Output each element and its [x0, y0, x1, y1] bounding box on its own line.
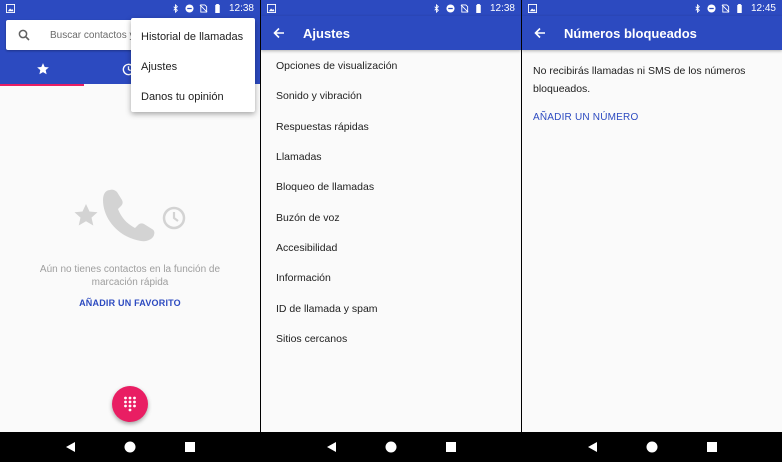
- back-icon[interactable]: [324, 440, 338, 454]
- home-icon[interactable]: [123, 440, 137, 454]
- screens-container: 12:38 Buscar contactos y Historial de ll…: [0, 0, 782, 462]
- navigation-bar: [261, 432, 521, 462]
- no-sim-icon: [199, 3, 208, 13]
- back-arrow-icon[interactable]: [273, 27, 285, 39]
- image-icon: [6, 3, 15, 13]
- menu-item-settings[interactable]: Ajustes: [131, 52, 255, 82]
- dialpad-icon: [124, 396, 136, 412]
- recents-icon[interactable]: [183, 440, 197, 454]
- settings-item-call-blocking[interactable]: Bloqueo de llamadas: [261, 172, 521, 202]
- blocked-description: No recibirás llamadas ni SMS de los núme…: [533, 65, 746, 95]
- home-icon[interactable]: [384, 440, 398, 454]
- page-title: Ajustes: [303, 25, 350, 41]
- recents-icon[interactable]: [444, 440, 458, 454]
- battery-icon: [215, 3, 220, 13]
- settings-screen: 12:38 Ajustes Opciones de visualización …: [261, 0, 521, 462]
- bluetooth-icon: [695, 3, 700, 13]
- recents-icon[interactable]: [705, 440, 719, 454]
- status-time: 12:38: [228, 2, 254, 14]
- settings-item-voicemail[interactable]: Buzón de voz: [261, 202, 521, 232]
- phone-icon: [103, 189, 155, 242]
- settings-item-sound-vibration[interactable]: Sonido y vibración: [261, 81, 521, 111]
- menu-item-call-history[interactable]: Historial de llamadas: [131, 22, 255, 52]
- image-icon: [267, 3, 276, 13]
- empty-speed-dial-illustration: [74, 189, 186, 242]
- add-number-button[interactable]: AÑADIR UN NÚMERO: [533, 112, 638, 123]
- settings-item-information[interactable]: Información: [261, 263, 521, 293]
- bluetooth-icon: [173, 3, 178, 13]
- settings-item-calls[interactable]: Llamadas: [261, 142, 521, 172]
- status-bar: 12:38: [0, 0, 260, 16]
- status-bar: 12:45: [522, 0, 782, 16]
- battery-icon: [476, 3, 481, 13]
- app-bar: Ajustes: [261, 16, 521, 50]
- bluetooth-icon: [434, 3, 439, 13]
- back-icon[interactable]: [63, 440, 77, 454]
- image-icon: [528, 3, 537, 13]
- phone-favorites-screen: 12:38 Buscar contactos y Historial de ll…: [0, 0, 260, 462]
- back-icon[interactable]: [585, 440, 599, 454]
- status-time: 12:38: [489, 2, 515, 14]
- settings-item-display-options[interactable]: Opciones de visualización: [261, 51, 521, 81]
- active-tab-indicator: [0, 84, 84, 86]
- add-favorite-button[interactable]: AÑADIR UN FAVORITO: [0, 298, 260, 308]
- settings-item-accessibility[interactable]: Accesibilidad: [261, 233, 521, 263]
- app-bar: Números bloqueados: [522, 16, 782, 50]
- navigation-bar: [0, 432, 260, 462]
- empty-state-text: Aún no tienes contactos en la función de…: [39, 264, 221, 288]
- navigation-bar: [522, 432, 782, 462]
- dialpad-fab[interactable]: [112, 386, 148, 422]
- status-time: 12:45: [750, 2, 776, 14]
- do-not-disturb-icon: [446, 3, 455, 13]
- no-sim-icon: [460, 3, 469, 13]
- blocked-numbers-screen: 12:45 Números bloqueados No recibirás ll…: [522, 0, 782, 462]
- do-not-disturb-icon: [707, 3, 716, 13]
- settings-list: Opciones de visualización Sonido y vibra…: [261, 51, 521, 354]
- battery-icon: [737, 3, 742, 13]
- do-not-disturb-icon: [185, 3, 194, 13]
- star-icon: [74, 204, 98, 226]
- page-title: Números bloqueados: [564, 25, 697, 41]
- settings-item-caller-id-spam[interactable]: ID de llamada y spam: [261, 293, 521, 323]
- no-sim-icon: [721, 3, 730, 13]
- overflow-menu: Historial de llamadas Ajustes Danos tu o…: [131, 18, 255, 112]
- tab-speed-dial-star-icon[interactable]: [36, 62, 50, 76]
- status-bar: 12:38: [261, 0, 521, 16]
- back-arrow-icon[interactable]: [534, 27, 546, 39]
- home-icon[interactable]: [645, 440, 659, 454]
- menu-item-feedback[interactable]: Danos tu opinión: [131, 82, 255, 112]
- settings-item-nearby-places[interactable]: Sitios cercanos: [261, 324, 521, 354]
- settings-item-quick-responses[interactable]: Respuestas rápidas: [261, 112, 521, 142]
- search-placeholder: Buscar contactos y: [50, 29, 135, 41]
- search-icon: [18, 29, 30, 41]
